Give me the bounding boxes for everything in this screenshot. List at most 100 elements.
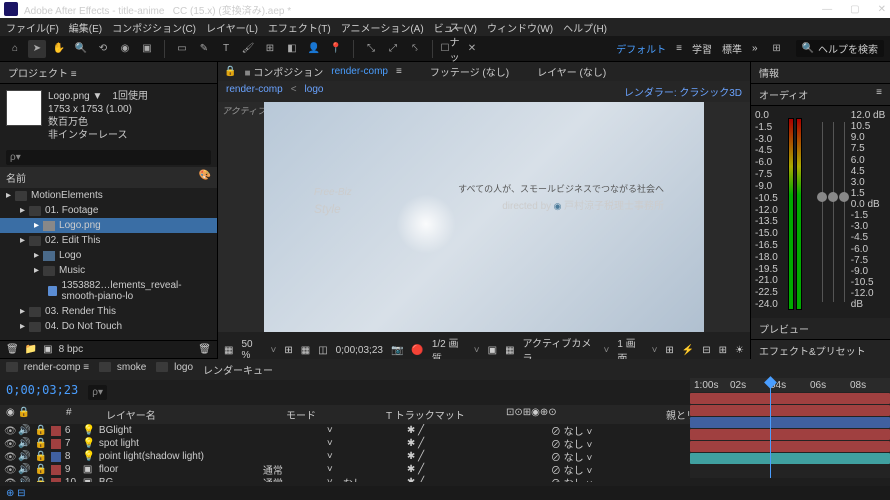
project-search[interactable]: ρ▾ — [6, 150, 211, 165]
interpret-icon[interactable]: 🗑 — [6, 344, 19, 355]
menu-composition[interactable]: コンポジション(C) — [112, 20, 196, 35]
tree-row[interactable]: ▸ Music — [0, 263, 217, 278]
workspace-menu[interactable]: ≡ — [676, 43, 682, 54]
mask-toggle[interactable]: ◫ — [318, 345, 327, 356]
playhead[interactable] — [770, 378, 771, 478]
roi-icon[interactable]: ▣ — [488, 345, 497, 356]
fast-preview-icon[interactable]: ⚡ — [682, 345, 694, 356]
menu-window[interactable]: ウィンドウ(W) — [487, 20, 553, 35]
axis-view[interactable]: ⤣ — [406, 40, 424, 58]
layer-search[interactable]: ρ▾ — [88, 385, 107, 400]
timeline-icon[interactable]: ⊟ — [702, 345, 710, 356]
snap-toggle[interactable]: ☐ スナップ — [441, 40, 459, 58]
zoom-tool[interactable]: 🔍 — [72, 40, 90, 58]
audio-slider-l[interactable] — [822, 122, 823, 302]
audio-slider-r[interactable] — [844, 122, 845, 302]
layer-tab[interactable]: レイヤー (なし) — [537, 64, 606, 79]
tree-row[interactable]: ▸ Logo.png — [0, 218, 217, 233]
renderer-select[interactable]: クラシック3D — [679, 88, 742, 99]
tool-bar: ⌂ ➤ ✋ 🔍 ⟲ ◉ ▣ ▭ ✎ T 🖌 ⊞ ◧ 👤 📍 ⤡ ⤢ ⤣ ☐ スナ… — [0, 36, 890, 62]
footage-tab[interactable]: フッテージ (なし) — [430, 64, 509, 79]
comp-tab-active[interactable]: render-comp — [331, 66, 388, 77]
tree-row[interactable]: ▸ MotionElements — [0, 188, 217, 203]
menu-effect[interactable]: エフェクト(T) — [268, 20, 331, 35]
timeline-tracks[interactable]: 1:00s 02s 04s 06s 08s — [690, 378, 890, 478]
stamp-tool[interactable]: ⊞ — [261, 40, 279, 58]
timeline-tab[interactable]: smoke — [99, 362, 146, 377]
breadcrumb-item[interactable]: render-comp — [226, 84, 283, 99]
shape-tool[interactable]: ▭ — [173, 40, 191, 58]
asset-info: Logo.png ▼ 1回使用 1753 x 1753 (1.00) 数百万色 … — [48, 90, 148, 142]
orbit-tool[interactable]: ⟲ — [94, 40, 112, 58]
magnification[interactable]: 50 % — [241, 339, 262, 361]
axis-local[interactable]: ⤡ — [362, 40, 380, 58]
time-ruler[interactable]: 1:00s 02s 04s 06s 08s — [690, 378, 890, 392]
composition-viewer[interactable]: アクティブカメラ Free-BizStyle すべての人が、スモールビジネスでつ… — [218, 102, 750, 332]
comp-new-icon[interactable]: ▣ — [43, 344, 52, 355]
audio-tab[interactable]: オーディオ≡ — [751, 84, 890, 106]
tree-row[interactable]: ▸ 01. Footage — [0, 203, 217, 218]
puppet-tool[interactable]: 📍 — [327, 40, 345, 58]
project-tab[interactable]: プロジェクト ≡ — [0, 62, 217, 84]
tree-row[interactable]: ▸ 04. Do Not Touch — [0, 319, 217, 334]
menu-edit[interactable]: 編集(E) — [69, 20, 102, 35]
alpha-toggle[interactable]: ▦ — [224, 345, 233, 356]
info-tab[interactable]: 情報 — [751, 62, 890, 84]
menu-help[interactable]: ヘルプ(H) — [563, 20, 607, 35]
roto-tool[interactable]: 👤 — [305, 40, 323, 58]
folder-new-icon[interactable]: 📁 — [25, 344, 37, 355]
tree-row[interactable]: ▸ 03. Render This — [0, 304, 217, 319]
workspace-default[interactable]: デフォルト — [616, 41, 666, 56]
preview-tab[interactable]: プレビュー — [751, 318, 890, 340]
tree-row[interactable]: 1353882…lements_reveal-smooth-piano-lo — [0, 278, 217, 304]
transparency-icon[interactable]: ▦ — [505, 345, 514, 356]
resolution-icon[interactable]: ⊞ — [284, 345, 292, 356]
axis-world[interactable]: ⤢ — [384, 40, 402, 58]
pen-tool[interactable]: ✎ — [195, 40, 213, 58]
menu-file[interactable]: ファイル(F) — [6, 20, 59, 35]
asset-thumbnail[interactable] — [6, 90, 42, 126]
selection-tool[interactable]: ➤ — [28, 40, 46, 58]
workspace-more[interactable]: » — [752, 43, 758, 54]
pixel-aspect-icon[interactable]: ⊞ — [665, 345, 673, 356]
current-time[interactable]: 0;00;03;23 — [6, 383, 78, 402]
snapshot-icon[interactable]: 📷 — [391, 345, 403, 356]
text-tool[interactable]: T — [217, 40, 235, 58]
title-bar: Adobe After Effects - title-anime CC (15… — [0, 0, 890, 18]
exposure-icon[interactable]: ☀ — [735, 345, 744, 356]
search-icon: 🔍 — [802, 43, 814, 54]
menu-layer[interactable]: レイヤー(L) — [206, 20, 258, 35]
brush-tool[interactable]: 🖌 — [239, 40, 257, 58]
close-button[interactable]: ✕ — [878, 4, 886, 15]
hand-tool[interactable]: ✋ — [50, 40, 68, 58]
eraser-tool[interactable]: ◧ — [283, 40, 301, 58]
flowchart-icon[interactable]: ⊞ — [719, 345, 727, 356]
delete-icon[interactable]: 🗑 — [198, 344, 211, 355]
tree-row[interactable]: ▸ 02. Edit This — [0, 233, 217, 248]
maximize-button[interactable]: ▢ — [850, 4, 859, 15]
minimize-button[interactable]: — — [822, 4, 832, 15]
render-queue-tab[interactable]: レンダーキュー — [203, 362, 273, 377]
rotate-tool[interactable]: ◉ — [116, 40, 134, 58]
project-header[interactable]: 名前🎨 — [0, 167, 217, 188]
bpc-toggle[interactable]: 8 bpc — [59, 344, 83, 355]
camera-tool[interactable]: ▣ — [138, 40, 156, 58]
snap-opt[interactable]: ✕ — [463, 40, 481, 58]
menu-animation[interactable]: アニメーション(A) — [341, 20, 424, 35]
help-search[interactable]: 🔍 ヘルプを検索 — [796, 40, 884, 57]
audio-slider-link[interactable] — [833, 122, 834, 302]
grid-icon[interactable]: ▦ — [301, 345, 310, 356]
timeline-tab[interactable]: render-comp ≡ — [6, 362, 89, 377]
timeline-tab[interactable]: logo — [156, 362, 193, 377]
workspace-standard[interactable]: 標準 — [722, 41, 742, 56]
expand-icon[interactable]: ⊕ ⊟ — [6, 488, 26, 499]
channel-icon[interactable]: 🔴 — [411, 345, 423, 356]
window-title: Adobe After Effects - title-anime CC (15… — [24, 2, 822, 17]
home-tool[interactable]: ⌂ — [6, 40, 24, 58]
time-display[interactable]: 0;00;03;23 — [336, 345, 383, 356]
breadcrumb-item[interactable]: logo — [305, 84, 324, 99]
lock-icon[interactable]: 🔒 — [224, 66, 236, 77]
tree-row[interactable]: ▸ Logo — [0, 248, 217, 263]
workspace-learn[interactable]: 学習 — [692, 41, 712, 56]
search-all-icon[interactable]: ⊞ — [768, 40, 786, 58]
